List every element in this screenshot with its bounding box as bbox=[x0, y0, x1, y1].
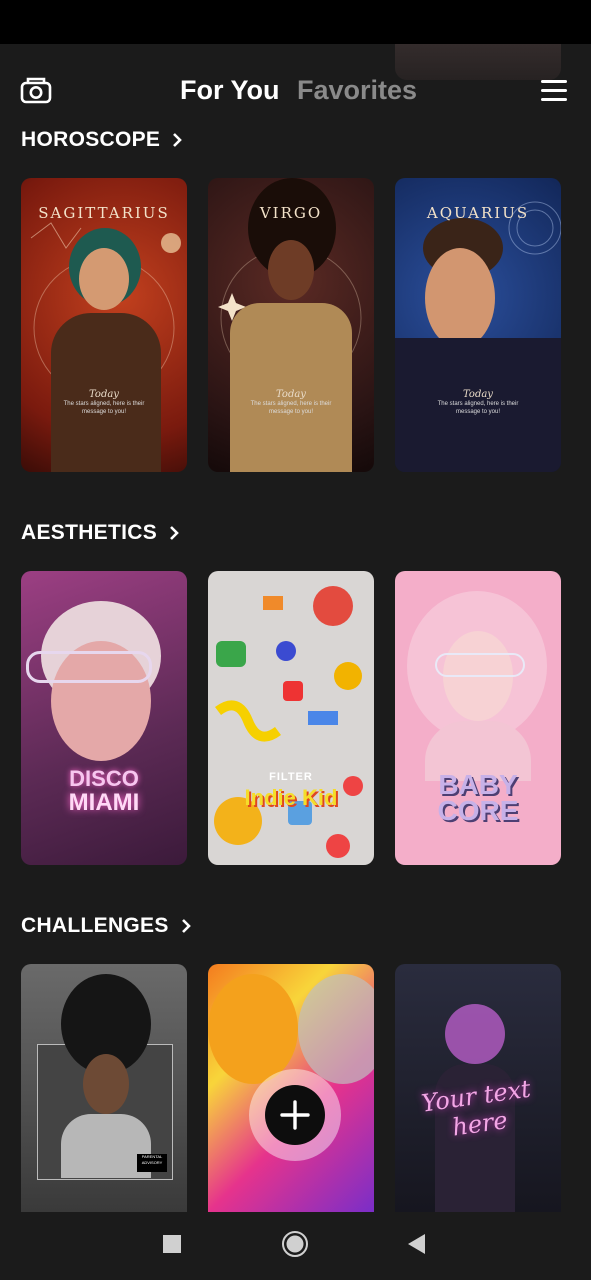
aesthetic-card-indie-kid[interactable]: FILTER Indie Kid bbox=[208, 571, 374, 865]
message-text: The stars aligned, here is their message… bbox=[250, 401, 332, 415]
add-button[interactable] bbox=[249, 1069, 341, 1161]
astronaut-helmet bbox=[445, 1004, 505, 1064]
face bbox=[79, 248, 129, 310]
face bbox=[268, 240, 314, 300]
filter-title-line1: FILTER bbox=[269, 771, 313, 783]
circle-icon[interactable] bbox=[281, 1230, 309, 1258]
horoscope-card-sagittarius[interactable]: SAGITTARIUS Today The stars aligned, her… bbox=[21, 178, 187, 472]
section-title-challenges[interactable]: CHALLENGES bbox=[21, 914, 193, 938]
filter-title-line2: Indie Kid bbox=[244, 785, 338, 810]
aesthetic-card-baby-core[interactable]: BABY CORE bbox=[395, 571, 561, 865]
section-label: AESTHETICS bbox=[21, 521, 158, 544]
sunglasses bbox=[435, 653, 525, 677]
face bbox=[425, 248, 495, 348]
add-button-inner bbox=[265, 1085, 325, 1145]
header: For You Favorites bbox=[0, 60, 591, 120]
challenge-card-album-cover[interactable]: PARENTAL ADVISORY bbox=[21, 964, 187, 1212]
challenge-card-neon-text[interactable]: Your text here bbox=[395, 964, 561, 1212]
face-left bbox=[208, 974, 298, 1084]
tab-favorites[interactable]: Favorites bbox=[297, 75, 417, 106]
body bbox=[230, 303, 352, 472]
camera-icon[interactable] bbox=[20, 76, 52, 104]
message-text: The stars aligned, here is their message… bbox=[437, 401, 519, 415]
message-text: The stars aligned, here is their message… bbox=[63, 401, 145, 415]
today-label: Today bbox=[463, 389, 493, 400]
status-bar bbox=[0, 0, 591, 44]
section-label: CHALLENGES bbox=[21, 914, 169, 937]
horoscope-card-aquarius[interactable]: AQUARIUS Today The stars aligned, here i… bbox=[395, 178, 561, 472]
section-title-aesthetics[interactable]: AESTHETICS bbox=[21, 521, 181, 545]
section-label: HOROSCOPE bbox=[21, 128, 161, 151]
today-label: Today bbox=[276, 389, 306, 400]
chevron-right-icon bbox=[181, 919, 191, 933]
filter-title-line2: MIAMI bbox=[68, 789, 140, 816]
parental-advisory-badge: PARENTAL ADVISORY bbox=[137, 1154, 167, 1172]
toys-pattern bbox=[214, 586, 363, 858]
face bbox=[83, 1054, 129, 1114]
sunglasses bbox=[26, 651, 152, 683]
horoscope-card-virgo[interactable]: VIRGO Today The stars aligned, here is t… bbox=[208, 178, 374, 472]
hamburger-menu-icon[interactable] bbox=[541, 80, 567, 102]
filter-title-line2: CORE bbox=[437, 795, 519, 826]
chevron-right-icon bbox=[170, 526, 179, 540]
face-right bbox=[298, 974, 374, 1084]
system-navigation-bar bbox=[0, 1212, 591, 1280]
plus-icon bbox=[280, 1100, 310, 1130]
sign-title: AQUARIUS bbox=[426, 204, 530, 222]
sign-title: SAGITTARIUS bbox=[38, 204, 170, 222]
square-icon[interactable] bbox=[162, 1234, 182, 1254]
chevron-right-icon bbox=[173, 133, 183, 147]
today-label: Today bbox=[89, 389, 119, 400]
tab-for-you[interactable]: For You bbox=[180, 75, 280, 106]
aesthetic-card-disco-miami[interactable]: DISCO MIAMI bbox=[21, 571, 187, 865]
triangle-back-icon[interactable] bbox=[406, 1233, 428, 1255]
section-title-horoscope[interactable]: HOROSCOPE bbox=[21, 128, 184, 152]
sign-title: VIRGO bbox=[259, 204, 323, 222]
neon-text: Your text here bbox=[419, 1074, 533, 1142]
